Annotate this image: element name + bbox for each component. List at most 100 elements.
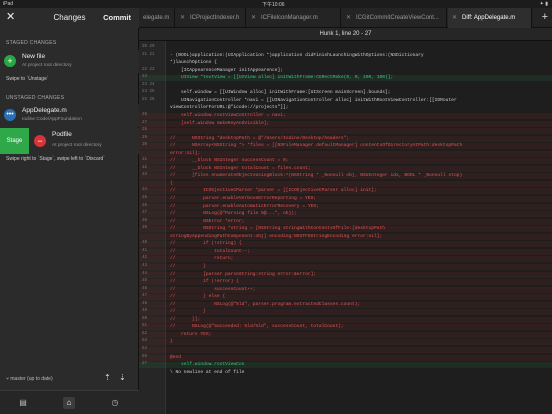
code-text: stringByAppendingPathComponent:obj] enco…: [170, 233, 383, 239]
files-icon[interactable]: ▤: [17, 397, 29, 409]
tab-label: ICFilelconManager.m: [261, 15, 318, 21]
line-number: 39: [142, 226, 148, 231]
line-number: 40: [142, 241, 148, 246]
code-text: self.window.rootViewController = navi;: [170, 112, 286, 118]
code-text: // NSError *error;: [170, 218, 245, 224]
file-name: New file: [22, 53, 46, 60]
tab-fileiconmanager[interactable]: ✕ ICFilelconManager.m: [247, 8, 341, 28]
line-number: 27: [142, 362, 148, 367]
line-number: 33: [142, 173, 148, 178]
removed-code-line: 32 // __block NSInteger totalCount = file…: [139, 165, 552, 172]
branch-status[interactable]: ⑂ master (up to date): [6, 376, 53, 382]
changes-header: ✕ Changes Commit: [0, 8, 139, 28]
staged-hint: Swipe to `Unstage`: [6, 76, 49, 82]
removed-code-line: 33 // [files enumerateObjectsUsingBlock:^…: [139, 173, 552, 180]
line-number: 54: [142, 347, 148, 351]
removed-code-line: 31 // __block NSInteger successCount = 0;: [139, 158, 552, 165]
line-number: 30: [142, 143, 148, 148]
removed-code-line: 41 // totalCount--;: [139, 248, 552, 255]
modified-icon: •••: [4, 109, 16, 121]
tab-gitcommit[interactable]: ✕ ICGitCommitCreateViewCont...: [342, 8, 447, 28]
code-text: // successCount++;: [170, 286, 256, 292]
removed-code-line: 43 // }: [139, 263, 552, 270]
line-number: 29: [142, 135, 148, 140]
line-number: 45: [142, 279, 148, 284]
code-text: // __block NSInteger successCount = 0;: [170, 158, 289, 164]
diff-view[interactable]: 20 20 21 21 - (BOOL)application:(UIApplica…: [139, 41, 552, 414]
file-path: Iodine Code/AppFoundation: [22, 117, 82, 122]
removed-code-line: 26 self.window.rootViewController = navi…: [139, 112, 552, 119]
tab-projectindexer[interactable]: ✕ ICProjectIndexer.h: [176, 8, 246, 28]
tab-appdelegate[interactable]: elegate.m: [139, 8, 175, 28]
code-text: [ICAppearenceManager initAppearence];: [170, 67, 284, 73]
close-tab-icon[interactable]: ✕: [452, 8, 457, 28]
history-icon[interactable]: ◷: [109, 397, 121, 409]
removed-code-line: 48 // NSLog(@"%ld", parser.program.extrac…: [139, 301, 552, 308]
clock: 下午10:06: [262, 2, 285, 8]
add-icon: +: [4, 55, 16, 67]
code-text: // NSLog(@"%ld", parser.program.extracte…: [170, 301, 361, 307]
code-text: // totalCount--;: [170, 248, 250, 254]
line-number: 49: [142, 309, 148, 314]
removed-code-line: stringByAppendingPathComponent:obj] enco…: [139, 233, 552, 240]
close-tab-icon[interactable]: ✕: [251, 8, 256, 28]
add-tab-icon[interactable]: +: [542, 11, 548, 23]
removed-code-line: error:nil];: [139, 150, 552, 157]
line-number: 36: [142, 203, 148, 208]
line-number: 42: [142, 256, 148, 261]
code-text: // if (!error) {: [170, 279, 239, 285]
line-number: 37: [142, 211, 148, 216]
staged-section-label: STAGED CHANGES: [6, 40, 57, 46]
code-text: @end: [170, 354, 182, 360]
code-text: return YES;: [170, 331, 212, 337]
removed-code-line: 49 // }: [139, 309, 552, 316]
code-text: // NSString *desktopPath = @"/Users/Iodi…: [170, 135, 350, 141]
removed-code-line: 52 return YES;: [139, 331, 552, 338]
line-number: 48: [142, 301, 148, 306]
code-text: // NSLog(@"Parsing file %@...", obj);: [170, 211, 297, 217]
removed-code-line: 47 // } else {: [139, 294, 552, 301]
line-number: 24 25: [142, 90, 155, 95]
removed-code-line: 34 // ICObjectiveCParser *parser = [[ICOb…: [139, 188, 552, 195]
unstaged-file-row[interactable]: Stage − Podfile At project root director…: [0, 128, 139, 154]
removed-code-line: 46 // successCount++;: [139, 286, 552, 293]
removed-code-line: 36 // parser.enableAutomaticErrorRecovery…: [139, 203, 552, 210]
line-number: 22 22: [142, 67, 155, 72]
code-text: // }];: [170, 316, 201, 322]
status-bar: iPad 下午10:06 ✦ ▮: [0, 0, 552, 8]
code-text: // parser.enableVerboseErrorReporting = …: [170, 196, 317, 201]
unstaged-file-row[interactable]: ••• AppDelegate.m Iodine Code/AppFoundat…: [0, 104, 139, 127]
code-line: *)launchOptions {: [139, 60, 552, 66]
line-number: 38: [142, 218, 148, 223]
code-text: *)launchOptions {: [170, 60, 217, 66]
line-number: 23 24: [142, 82, 155, 87]
line-number: 34: [142, 188, 148, 193]
line-number: 27: [142, 120, 148, 125]
code-text: viewControllerForURL:@"icode://projects"…: [170, 105, 289, 111]
line-number: 53: [142, 339, 148, 344]
line-number: 47: [142, 294, 148, 299]
file-name: AppDelegate.m: [22, 107, 67, 114]
removed-code-line: 28: [139, 128, 552, 135]
push-icon[interactable]: ⇡: [104, 373, 111, 382]
removed-code-line: 55 @end: [139, 354, 552, 361]
commit-button[interactable]: Commit: [103, 13, 131, 22]
close-tab-icon[interactable]: ✕: [180, 8, 185, 28]
line-number: 20 20: [142, 45, 155, 49]
tab-diff-appdelegate[interactable]: ✕ Diff: AppDelegate.m: [448, 8, 532, 28]
deleted-icon: −: [34, 135, 46, 147]
tab-label: Diff: AppDelegate.m: [462, 15, 516, 21]
code-text: }: [170, 339, 173, 345]
removed-code-line: {: [139, 180, 552, 187]
code-text: // return;: [170, 256, 234, 262]
code-text: // parser.enableAutomaticErrorRecovery =…: [170, 203, 319, 209]
git-changes-icon[interactable]: ⌂: [63, 397, 75, 409]
line-number: 35: [142, 196, 148, 200]
staged-file-row[interactable]: + New file At project root directory: [0, 50, 139, 73]
pull-icon[interactable]: ⇣: [119, 373, 126, 382]
code-text: // ICObjectiveCParser *parser = [[ICObje…: [170, 188, 377, 194]
stage-swipe-button[interactable]: Stage: [0, 128, 29, 154]
code-text: // __block NSInteger totalCount = files.…: [170, 165, 311, 171]
close-tab-icon[interactable]: ✕: [346, 8, 351, 28]
code-line: \ No newline at end of file: [139, 370, 552, 376]
